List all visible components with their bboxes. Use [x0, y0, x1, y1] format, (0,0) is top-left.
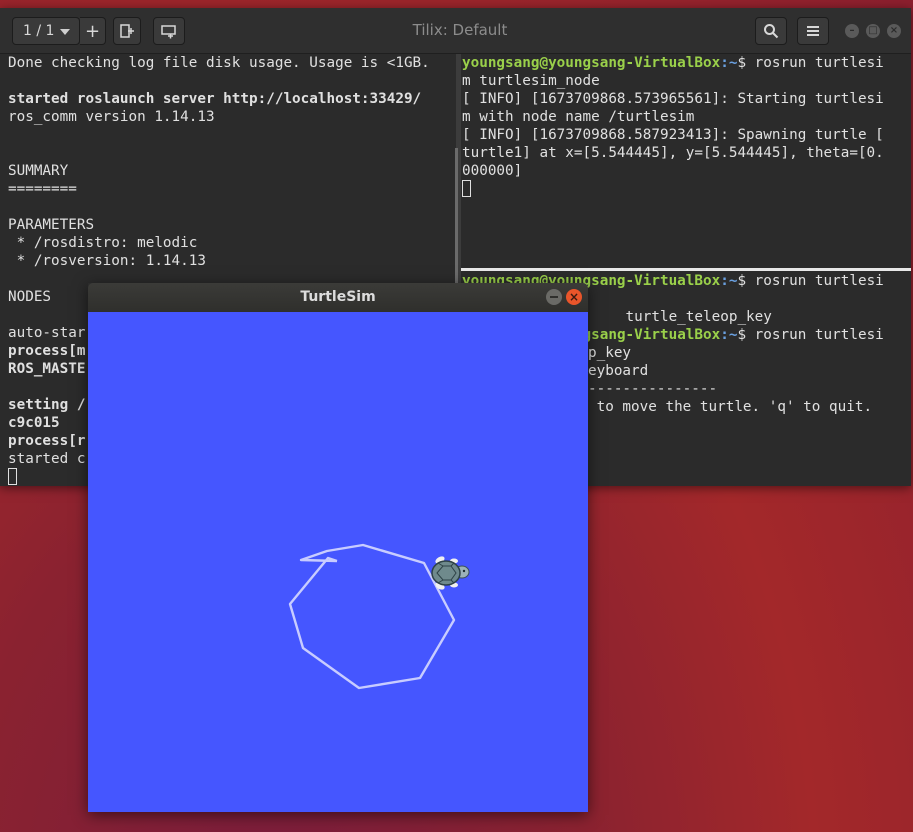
terminal-line: * /rosversion: 1.14.13 — [8, 253, 206, 269]
terminal-line: PARAMETERS — [8, 217, 95, 233]
chevron-down-icon — [60, 29, 70, 35]
turtle-trail — [288, 543, 456, 690]
session-switcher-button[interactable]: 1 / 1 — [12, 17, 80, 45]
close-window-button[interactable]: × — [887, 24, 901, 38]
turtlesim-window: TurtleSim × — [88, 283, 588, 812]
terminal-cursor — [8, 468, 17, 485]
turtlesim-title: TurtleSim — [300, 289, 376, 305]
minimize-window-button[interactable]: – — [845, 24, 859, 38]
turtlesim-header-bar[interactable]: TurtleSim × — [88, 283, 588, 312]
tilix-header-bar: 1 / 1 + Tilix: Default – □ × — [0, 8, 911, 54]
turtle-path-drawing — [288, 543, 470, 690]
prompt-user: youngsang@youngsang-VirtualBox — [462, 55, 721, 71]
terminal-line: m with node name /turtlesim — [462, 109, 695, 125]
terminal-pane-right-top[interactable]: youngsang@youngsang-VirtualBox:~$ rosrun… — [462, 54, 909, 268]
terminal-line: Done checking log file disk usage. Usage… — [8, 55, 430, 71]
hamburger-menu-icon — [807, 26, 819, 36]
split-right-icon — [120, 24, 134, 38]
prompt-path: :~ — [720, 55, 738, 71]
prompt-path: :~ — [720, 327, 738, 343]
search-button[interactable] — [755, 17, 787, 45]
turtlesim-close-button[interactable]: × — [566, 289, 582, 305]
terminal-line: * /rosdistro: melodic — [8, 235, 198, 251]
terminal-cursor — [462, 180, 471, 197]
terminal-line: turtle1] at x=[5.544445], y=[5.544445], … — [462, 145, 884, 161]
split-right-button[interactable] — [113, 17, 141, 45]
session-label: 1 / 1 — [23, 23, 55, 39]
minimize-icon — [550, 296, 558, 298]
terminal-line: ros_comm version 1.14.13 — [8, 109, 215, 125]
scrollbar-thumb[interactable] — [455, 148, 458, 293]
prompt-command: $ rosrun turtlesi — [737, 55, 884, 71]
terminal-line: SUMMARY — [8, 163, 69, 179]
prompt-command: $ rosrun turtlesi — [737, 273, 884, 289]
terminal-line: m turtlesim_node — [462, 73, 600, 89]
window-title: Tilix: Default — [412, 21, 508, 39]
split-down-button[interactable] — [153, 17, 185, 45]
turtlesim-canvas — [88, 312, 588, 812]
split-down-icon — [161, 25, 176, 39]
prompt-command: $ rosrun turtlesi — [737, 327, 884, 343]
turtle-icon — [431, 556, 470, 590]
pane-divider-horizontal[interactable] — [461, 268, 911, 271]
terminal-line: [ INFO] [1673709868.587923413]: Spawning… — [462, 127, 884, 143]
close-icon: × — [889, 25, 899, 36]
terminal-line: [ INFO] [1673709868.573965561]: Starting… — [462, 91, 884, 107]
search-icon — [764, 24, 779, 39]
maximize-window-button[interactable]: □ — [866, 24, 880, 38]
menu-button[interactable] — [797, 17, 829, 45]
terminal-line: ======== — [8, 181, 77, 197]
terminal-line: 000000] — [462, 163, 523, 179]
add-session-button[interactable]: + — [80, 17, 106, 45]
maximize-icon: □ — [868, 25, 878, 36]
prompt-path: :~ — [720, 273, 738, 289]
terminal-line: started roslaunch server http://localhos… — [8, 91, 422, 107]
minimize-icon: – — [849, 25, 855, 36]
turtlesim-minimize-button[interactable] — [546, 289, 562, 305]
terminal-cursor-line — [462, 180, 909, 198]
prompt-line: youngsang@youngsang-VirtualBox:~$ rosrun… — [462, 54, 909, 72]
